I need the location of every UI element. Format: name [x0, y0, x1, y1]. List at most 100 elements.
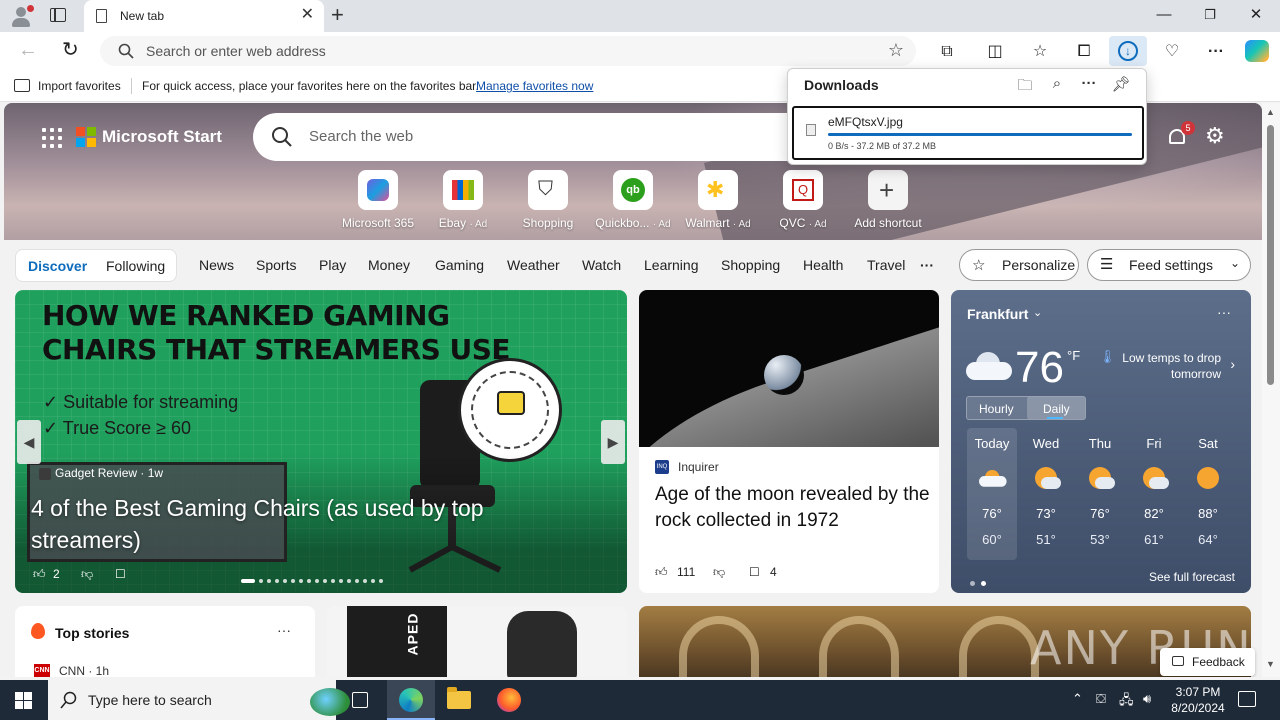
new-tab-button[interactable]: +: [331, 4, 344, 26]
comment-icon[interactable]: ☐: [115, 567, 126, 581]
feedback-button[interactable]: Feedback: [1160, 648, 1255, 676]
taskbar-search-box[interactable]: Type here to search: [48, 680, 350, 720]
forecast-day[interactable]: Today 76° 60°: [967, 428, 1017, 560]
nav-play[interactable]: Play: [319, 257, 346, 273]
address-input[interactable]: [146, 42, 846, 60]
downloads-button[interactable]: ↓: [1109, 36, 1147, 66]
app-launcher-icon[interactable]: [42, 128, 62, 148]
like-icon[interactable]: 👍︎: [655, 565, 668, 580]
refresh-button[interactable]: ↻: [62, 40, 79, 60]
carousel-next-button[interactable]: ▶: [601, 420, 625, 464]
forecast-day[interactable]: Thu 76° 53°: [1075, 428, 1125, 560]
open-folder-icon[interactable]: 🗀: [1015, 75, 1035, 100]
browser-essentials-icon[interactable]: ♡: [1160, 40, 1184, 64]
restore-button[interactable]: ❐: [1200, 6, 1220, 24]
search-downloads-icon[interactable]: ⌕: [1047, 75, 1067, 92]
taskbar-edge[interactable]: [387, 680, 435, 720]
download-item[interactable]: eMFQtsxV.jpg 0 B/s - 37.2 MB of 37.2 MB: [792, 106, 1144, 160]
more-options-icon[interactable]: ···: [1079, 75, 1099, 92]
temperature-unit[interactable]: °F: [1067, 348, 1080, 363]
dislike-icon[interactable]: 👎︎: [81, 567, 93, 582]
taskbar-file-explorer[interactable]: [435, 680, 483, 720]
scroll-down-icon[interactable]: ▼: [1266, 659, 1275, 669]
toggle-daily[interactable]: Daily: [1043, 402, 1070, 416]
more-options-icon[interactable]: ···: [277, 622, 291, 638]
shortcut-shopping[interactable]: ⛉ Shopping: [508, 170, 588, 230]
more-categories-button[interactable]: ···: [920, 257, 934, 273]
shortcut-qvc[interactable]: Q QVC · Ad: [763, 170, 843, 230]
manage-favorites-link[interactable]: Manage favorites now: [476, 79, 593, 93]
nav-sports[interactable]: Sports: [256, 257, 296, 273]
chevron-down-icon[interactable]: ⌄: [1033, 306, 1042, 319]
copilot-icon[interactable]: [1245, 40, 1269, 62]
notification-center-icon[interactable]: [1238, 691, 1256, 707]
tab-following[interactable]: Following: [106, 258, 165, 274]
feed-settings-button[interactable]: ☰ Feed settings ⌄: [1087, 249, 1251, 281]
back-button[interactable]: ←: [18, 40, 38, 60]
shortcut-ebay[interactable]: Ebay · Ad: [423, 170, 503, 230]
forecast-day[interactable]: Fri 82° 61°: [1129, 428, 1179, 560]
nav-shopping[interactable]: Shopping: [721, 257, 780, 273]
shortcut-walmart[interactable]: ✱ Walmart · Ad: [678, 170, 758, 230]
product-article-card[interactable]: APED: [327, 606, 627, 677]
taskbar-firefox[interactable]: [485, 680, 533, 720]
nav-weather[interactable]: Weather: [507, 257, 560, 273]
shortcut-quickbooks[interactable]: qb Quickbo... · Ad: [593, 170, 673, 230]
vertical-scrollbar[interactable]: ▲ ▼: [1262, 103, 1280, 677]
network-icon[interactable]: 🖧︎: [1119, 691, 1134, 713]
tab-actions-icon[interactable]: [50, 8, 66, 22]
chevron-right-icon[interactable]: ›: [1230, 356, 1235, 372]
top-stories-title[interactable]: Top stories: [55, 625, 129, 641]
more-options-icon[interactable]: ···: [1217, 304, 1231, 320]
pin-icon[interactable]: 📌︎: [1111, 75, 1131, 93]
nav-learning[interactable]: Learning: [644, 257, 699, 273]
brand-name[interactable]: Microsoft Start: [102, 127, 222, 147]
taskbar-clock[interactable]: 3:07 PM 8/20/2024: [1166, 684, 1230, 716]
article-title[interactable]: 4 of the Best Gaming Chairs (as used by …: [31, 492, 551, 556]
weather-city[interactable]: Frankfurt: [967, 306, 1028, 322]
nav-gaming[interactable]: Gaming: [435, 257, 484, 273]
scroll-thumb[interactable]: [1267, 125, 1274, 385]
nav-travel[interactable]: Travel: [867, 257, 905, 273]
settings-more-icon[interactable]: ···: [1204, 40, 1228, 64]
personalize-button[interactable]: ☆ Personalize: [959, 249, 1079, 281]
see-full-forecast-link[interactable]: See full forecast: [1149, 570, 1235, 584]
collections-icon[interactable]: ⧠: [1072, 40, 1096, 64]
nav-news[interactable]: News: [199, 257, 234, 273]
close-tab-icon[interactable]: ✕: [301, 6, 314, 24]
featured-article-card[interactable]: HOW WE RANKED GAMING CHAIRS THAT STREAME…: [15, 290, 627, 593]
import-favorites-button[interactable]: Import favorites: [38, 79, 121, 93]
tab-new-tab[interactable]: New tab ✕: [84, 0, 324, 32]
nav-health[interactable]: Health: [803, 257, 843, 273]
minimize-button[interactable]: —: [1154, 6, 1174, 24]
dislike-icon[interactable]: 👎︎: [713, 565, 725, 580]
carousel-prev-button[interactable]: ◀: [17, 420, 41, 464]
split-screen-icon[interactable]: ◫: [983, 40, 1007, 64]
web-search-box[interactable]: Search the web: [253, 113, 813, 161]
moon-article-card[interactable]: INQ Inquirer Age of the moon revealed by…: [639, 290, 939, 593]
address-bar[interactable]: ☆: [100, 36, 916, 66]
weather-card[interactable]: Frankfurt ⌄ ··· 76 °F 🌡︎ Low temps to dr…: [951, 290, 1251, 593]
article-title[interactable]: Age of the moon revealed by the rock col…: [655, 482, 931, 534]
tab-discover[interactable]: Discover: [28, 258, 87, 274]
volume-icon[interactable]: 🔊︎: [1143, 691, 1151, 707]
notifications-bell-icon[interactable]: 5: [1167, 121, 1195, 147]
nav-watch[interactable]: Watch: [582, 257, 621, 273]
windows-start-icon[interactable]: [15, 692, 32, 709]
shortcut-add[interactable]: + Add shortcut: [848, 170, 928, 230]
favorites-icon[interactable]: ☆: [1028, 40, 1052, 64]
task-view-button[interactable]: [336, 680, 384, 720]
forecast-day[interactable]: Wed 73° 51°: [1021, 428, 1071, 560]
extensions-icon[interactable]: ⧉: [935, 40, 959, 64]
device-icon[interactable]: ⛋: [1096, 691, 1106, 707]
like-icon[interactable]: 👍︎: [33, 567, 46, 582]
comment-icon[interactable]: ☐: [749, 565, 760, 579]
nav-money[interactable]: Money: [368, 257, 410, 273]
scroll-up-icon[interactable]: ▲: [1266, 107, 1275, 117]
toggle-hourly[interactable]: Hourly: [979, 402, 1014, 416]
page-settings-gear-icon[interactable]: ⚙: [1205, 123, 1225, 149]
profile-icon[interactable]: [10, 5, 34, 27]
close-window-button[interactable]: ✕: [1246, 6, 1266, 24]
chevron-up-icon[interactable]: ⌃: [1072, 691, 1083, 707]
forecast-day[interactable]: Sat 88° 64°: [1183, 428, 1233, 560]
